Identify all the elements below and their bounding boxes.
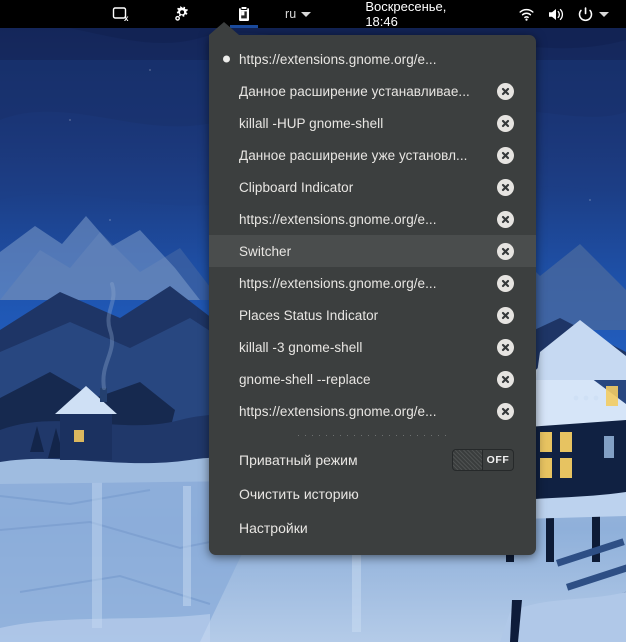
clipboard-item-label: Places Status Indicator [239, 307, 379, 323]
clipboard-item-label: https://extensions.gnome.org/e... [239, 403, 437, 419]
chevron-down-icon [301, 11, 312, 17]
delete-item-button[interactable] [497, 146, 514, 164]
settings-label: Настройки [239, 520, 308, 536]
clock-label: Воскресенье, 18:46 [365, 0, 447, 29]
close-icon [501, 407, 510, 415]
svg-text:x: x [124, 14, 129, 23]
clipboard-item-label: Clipboard Indicator [239, 179, 354, 195]
system-status-area[interactable] [511, 0, 616, 28]
current-item-bullet-icon [223, 55, 230, 63]
close-icon [501, 279, 510, 287]
clipboard-item-row[interactable]: Данное расширение устанавливае... [209, 75, 536, 107]
clipboard-item-row[interactable]: Данное расширение уже установл... [209, 139, 536, 171]
gear-glyph [175, 6, 188, 21]
delete-item-button[interactable] [497, 178, 514, 196]
keyboard-layout-button[interactable]: ru [278, 0, 318, 28]
touchpad-disabled-icon[interactable]: x [104, 0, 136, 28]
clipboard-item-row[interactable]: https://extensions.gnome.org/e... [209, 395, 536, 427]
delete-item-button[interactable] [497, 242, 514, 260]
desktop: x ru Воскресенье, 18:46 https://extensio… [0, 0, 626, 642]
wifi-icon [519, 8, 534, 21]
clipboard-item-row[interactable]: Switcher [209, 235, 536, 267]
clipboard-item-label: killall -HUP gnome-shell [239, 115, 384, 131]
volume-icon [549, 8, 564, 20]
toggle-state-label: OFF [483, 450, 513, 470]
delete-item-button[interactable] [497, 114, 514, 132]
clear-history-label: Очистить историю [239, 486, 359, 502]
clipboard-item-label: Switcher [239, 243, 292, 259]
clear-history-row[interactable]: Очистить историю [209, 477, 536, 511]
clipboard-item-row[interactable]: gnome-shell --replace [209, 363, 536, 395]
delete-item-button[interactable] [497, 210, 514, 228]
clipboard-item-row[interactable]: killall -HUP gnome-shell [209, 107, 536, 139]
close-icon [501, 247, 510, 255]
clock-button[interactable]: Воскресенье, 18:46 [358, 0, 453, 29]
clipboard-item-row[interactable]: Clipboard Indicator [209, 171, 536, 203]
close-icon [501, 87, 510, 95]
clipboard-item-label: killall -3 gnome-shell [239, 339, 363, 355]
settings-gear-icon[interactable] [166, 0, 198, 28]
delete-item-button[interactable] [497, 402, 514, 420]
clipboard-item-row[interactable]: https://extensions.gnome.org/e... [209, 203, 536, 235]
private-mode-row[interactable]: Приватный режим OFF [209, 443, 536, 477]
private-mode-toggle[interactable]: OFF [452, 449, 514, 471]
close-icon [501, 311, 510, 319]
clipboard-glyph [239, 6, 249, 21]
settings-row[interactable]: Настройки [209, 511, 536, 545]
close-icon [501, 119, 510, 127]
clipboard-item-row[interactable]: https://extensions.gnome.org/e... [209, 267, 536, 299]
power-icon [579, 6, 593, 21]
clipboard-item-label: https://extensions.gnome.org/e... [239, 275, 437, 291]
private-mode-label: Приватный режим [239, 452, 358, 468]
clipboard-item-label: gnome-shell --replace [239, 371, 371, 387]
close-icon [501, 215, 510, 223]
menu-separator [209, 427, 536, 443]
clipboard-item-row[interactable]: killall -3 gnome-shell [209, 331, 536, 363]
delete-item-button[interactable] [497, 82, 514, 100]
close-icon [501, 375, 510, 383]
menu-separator-line [297, 434, 448, 436]
delete-item-placeholder [497, 51, 514, 68]
delete-item-button[interactable] [497, 306, 514, 324]
delete-item-button[interactable] [497, 274, 514, 292]
clipboard-item-label: Данное расширение устанавливае... [239, 83, 470, 99]
delete-item-button[interactable] [497, 370, 514, 388]
clipboard-item-label: https://extensions.gnome.org/e... [239, 51, 437, 67]
clipboard-item-row[interactable]: Places Status Indicator [209, 299, 536, 331]
clipboard-item-label: Данное расширение уже установл... [239, 147, 468, 163]
close-icon [501, 343, 510, 351]
toggle-knob [453, 450, 483, 470]
close-icon [501, 183, 510, 191]
status-chevron-down-icon [599, 11, 610, 17]
clipboard-item-label: https://extensions.gnome.org/e... [239, 211, 437, 227]
touchpad-disabled-glyph: x [112, 7, 129, 23]
keyboard-layout-label: ru [285, 7, 297, 21]
top-bar: x ru Воскресенье, 18:46 [0, 0, 626, 29]
popup-arrow [209, 22, 239, 35]
clipboard-item-row[interactable]: https://extensions.gnome.org/e... [209, 43, 536, 75]
close-icon [501, 151, 510, 159]
clipboard-history-list: https://extensions.gnome.org/e... Данное … [209, 43, 536, 427]
delete-item-button[interactable] [497, 338, 514, 356]
clipboard-indicator-menu: https://extensions.gnome.org/e... Данное … [209, 35, 536, 555]
